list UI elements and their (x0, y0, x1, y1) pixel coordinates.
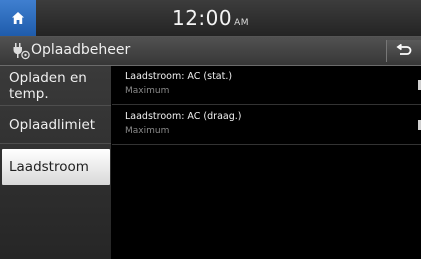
sidebar-item-laadstroom[interactable]: Laadstroom (2, 149, 110, 185)
sidebar-item-label: Laadstroom (9, 159, 89, 175)
title-bar: Oplaadbeheer (0, 37, 421, 66)
settings-list: Laadstroom: AC (stat.) Maximum Laadstroo… (112, 66, 421, 259)
clock-ampm: AM (234, 18, 250, 28)
sidebar-item-label: Oplaadlimiet (9, 117, 96, 133)
setting-title: Laadstroom: AC (draag.) (125, 111, 242, 122)
status-bar: 12:00 AM (0, 0, 421, 37)
setting-row-ac-stat[interactable]: Laadstroom: AC (stat.) Maximum (112, 66, 421, 105)
back-arrow-icon (396, 44, 412, 55)
sidebar-item-opladen-en-temp[interactable]: Opladen en temp. (0, 66, 111, 106)
clock: 12:00 AM (0, 6, 421, 30)
back-button[interactable] (386, 40, 421, 62)
sidebar: Opladen en temp. Oplaadlimiet Laadstroom (0, 66, 111, 259)
sidebar-item-oplaadlimiet[interactable]: Oplaadlimiet (0, 106, 111, 144)
page-title: Oplaadbeheer (31, 42, 131, 58)
sidebar-item-label-line1: Opladen en (9, 70, 87, 86)
sidebar-item-label-line2: temp. (9, 86, 49, 102)
setting-row-ac-draag[interactable]: Laadstroom: AC (draag.) Maximum (112, 106, 421, 145)
charging-plug-icon (13, 43, 30, 60)
clock-time: 12:00 (171, 6, 233, 30)
setting-value: Maximum (125, 126, 170, 136)
setting-value: Maximum (125, 86, 170, 96)
setting-title: Laadstroom: AC (stat.) (125, 71, 233, 82)
